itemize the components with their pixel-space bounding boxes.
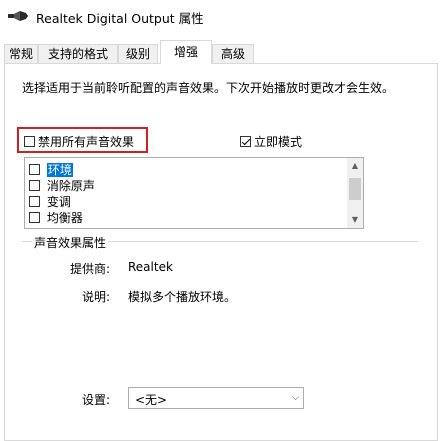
- tab-bar: 常规 支持的格式 级别 增强 高级: [0, 40, 444, 64]
- effect-label-equalizer: 均衡器: [46, 210, 83, 225]
- speaker-icon: [8, 11, 28, 21]
- provider-value: Realtek: [128, 260, 173, 274]
- list-item[interactable]: 消除原声: [29, 177, 95, 193]
- setting-label: 设置:: [82, 393, 111, 407]
- list-item[interactable]: 变调: [29, 193, 71, 209]
- immediate-mode-label: 立即模式: [254, 135, 303, 149]
- checkbox-checked-icon: [240, 136, 251, 147]
- immediate-mode-checkbox[interactable]: 立即模式: [240, 133, 302, 150]
- list-item[interactable]: 均衡器: [29, 209, 83, 225]
- title-bar: Realtek Digital Output 属性: [0, 0, 444, 32]
- scroll-down-icon[interactable]: ▼: [347, 212, 363, 228]
- group-title: 声音效果属性: [32, 234, 109, 251]
- checkbox-icon[interactable]: [29, 164, 40, 175]
- disable-all-checkbox[interactable]: 禁用所有声音效果: [24, 133, 134, 150]
- scroll-thumb[interactable]: [349, 178, 361, 200]
- chevron-down-icon[interactable]: ⌵: [292, 393, 299, 403]
- tab-supported-formats[interactable]: 支持的格式: [38, 44, 118, 63]
- description-label: 说明:: [82, 290, 111, 304]
- window-title: Realtek Digital Output 属性: [36, 11, 204, 26]
- setting-select[interactable]: <无> ⌵: [128, 387, 304, 409]
- effects-list[interactable]: 环境 消除原声 变调 均衡器 ▲ ▼: [24, 157, 364, 229]
- provider-label: 提供商:: [70, 262, 111, 276]
- tab-general[interactable]: 常规: [4, 44, 38, 63]
- effect-label-voice-cancel: 消除原声: [46, 178, 95, 193]
- description-value: 模拟多个播放环境。: [128, 290, 237, 304]
- setting-select-value: <无>: [135, 393, 168, 407]
- effect-label-environment: 环境: [46, 162, 73, 177]
- scroll-up-icon[interactable]: ▲: [347, 158, 363, 174]
- effect-label-pitch-shift: 变调: [46, 194, 71, 209]
- enhancement-description: 选择适用于当前聆听配置的声音效果。下次开始播放时更改才会生效。: [22, 81, 395, 95]
- tab-advanced[interactable]: 高级: [212, 44, 254, 63]
- checkbox-icon[interactable]: [29, 212, 40, 223]
- tab-enhancements[interactable]: 增强: [160, 40, 212, 64]
- disable-all-label: 禁用所有声音效果: [38, 135, 135, 149]
- checkbox-icon[interactable]: [29, 196, 40, 207]
- tab-levels[interactable]: 级别: [118, 44, 158, 63]
- list-scrollbar[interactable]: ▲ ▼: [347, 158, 363, 228]
- checkbox-icon[interactable]: [29, 180, 40, 191]
- list-item[interactable]: 环境: [29, 161, 73, 177]
- checkbox-icon: [24, 136, 35, 147]
